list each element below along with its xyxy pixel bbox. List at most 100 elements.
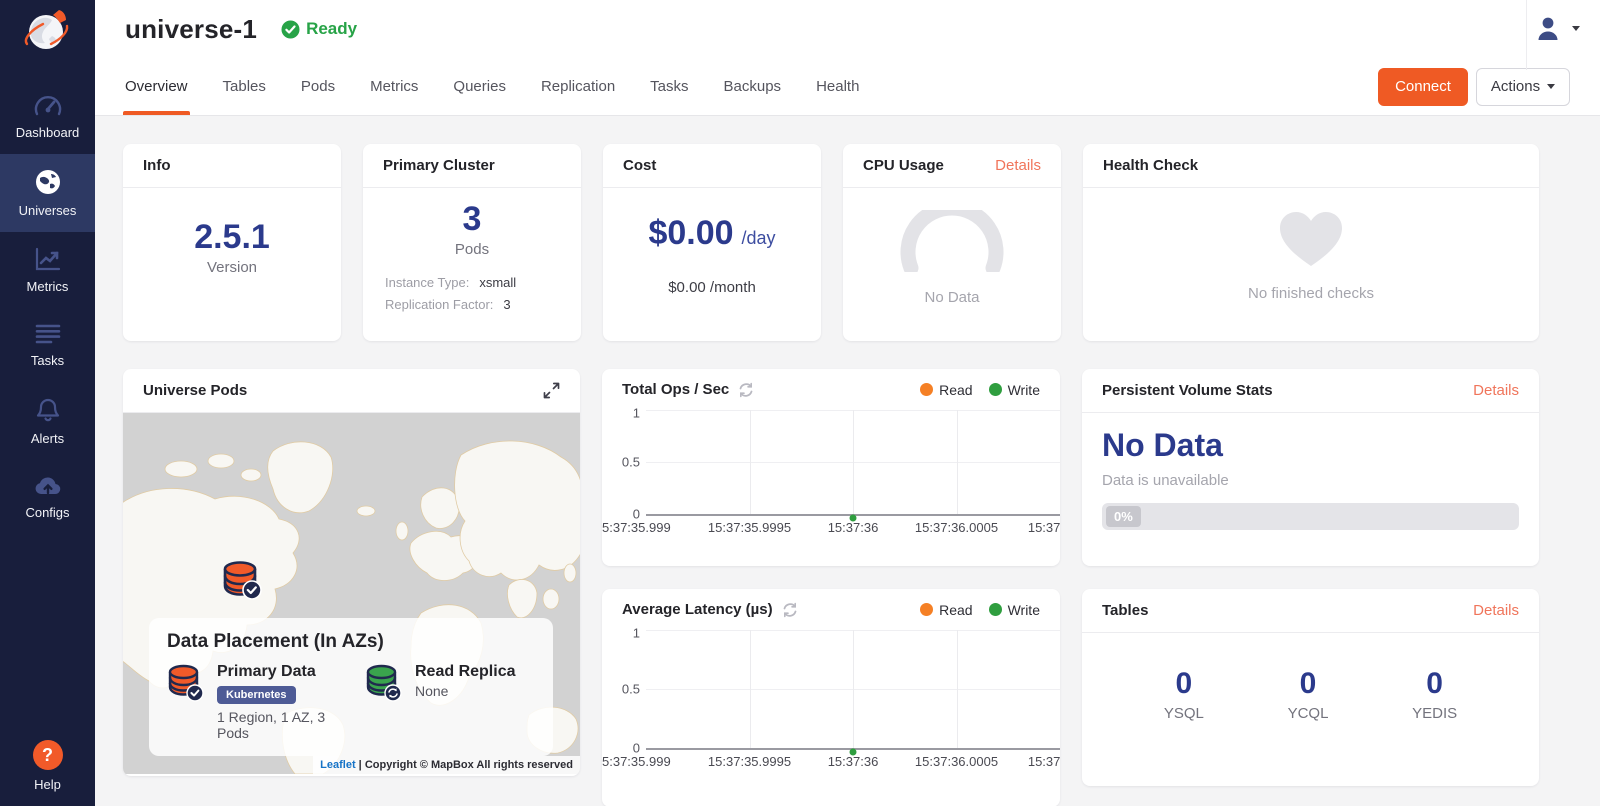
sidebar-item-label: Configs	[25, 505, 69, 520]
list-icon	[35, 323, 61, 345]
total-ops-xaxis: 5:37:35.999 15:37:35.9995 15:37:36 15:37…	[646, 516, 1060, 538]
write-dot-icon	[989, 383, 1002, 396]
ycql-count: 0	[1300, 667, 1317, 701]
sidebar-item-configs[interactable]: Configs	[0, 460, 95, 534]
actions-button[interactable]: Actions	[1476, 68, 1570, 106]
pvs-title: Persistent Volume Stats	[1102, 382, 1273, 399]
status-badge: Ready	[281, 19, 357, 39]
read-replica-detail: None	[415, 683, 515, 699]
universe-pods-card: Universe Pods	[123, 369, 580, 776]
health-no-checks: No finished checks	[1248, 285, 1374, 302]
globe-icon	[35, 169, 61, 195]
cost-card: Cost $0.00 /day $0.00 /month	[603, 144, 821, 341]
kubernetes-badge: Kubernetes	[217, 686, 296, 704]
xtick: 5:37:35.999	[602, 754, 671, 769]
replication-factor-row: Replication Factor: 3	[385, 297, 559, 312]
sidebar-item-alerts[interactable]: Alerts	[0, 382, 95, 460]
ycql-label: YCQL	[1288, 705, 1329, 722]
refresh-icon[interactable]	[782, 602, 798, 618]
legend-read[interactable]: Read	[920, 382, 972, 398]
yedis-label: YEDIS	[1412, 705, 1457, 722]
legend-write-label: Write	[1008, 602, 1040, 618]
actions-button-label: Actions	[1491, 78, 1540, 95]
map-copyright: | Copyright © MapBox All rights reserved	[356, 759, 573, 771]
expand-icon[interactable]	[543, 382, 560, 399]
tab-tables[interactable]: Tables	[223, 58, 266, 115]
legend-write[interactable]: Write	[989, 602, 1040, 618]
yedis-stat: 0 YEDIS	[1412, 667, 1457, 722]
help-label: Help	[34, 777, 61, 792]
version-label: Version	[207, 259, 257, 276]
actions-caret-icon	[1547, 84, 1555, 89]
ready-check-icon	[281, 20, 300, 39]
header-divider	[1526, 0, 1527, 70]
xtick: 15:37:35.9995	[708, 754, 791, 769]
primary-database-icon	[167, 663, 205, 741]
universe-pods-title: Universe Pods	[143, 382, 247, 399]
tab-tasks[interactable]: Tasks	[650, 58, 688, 115]
cost-card-title: Cost	[623, 157, 656, 174]
connect-button[interactable]: Connect	[1378, 68, 1468, 106]
tab-pods[interactable]: Pods	[301, 58, 335, 115]
universe-pods-map[interactable]: Data Placement (In AZs)	[123, 413, 580, 774]
ycql-stat: 0 YCQL	[1288, 667, 1329, 722]
xtick: 15:37:36.0005	[915, 754, 998, 769]
avg-latency-xaxis: 5:37:35.999 15:37:35.9995 15:37:36 15:37…	[646, 750, 1060, 772]
cpu-no-data: No Data	[924, 289, 979, 306]
planet-rocket-logo-icon	[21, 6, 75, 61]
cpu-usage-card: CPU Usage Details No Data	[843, 144, 1061, 341]
pvs-no-data: No Data	[1102, 427, 1519, 464]
ytick-1: 1	[633, 406, 646, 421]
ytick-1: 1	[633, 626, 646, 641]
sidebar-item-dashboard[interactable]: Dashboard	[0, 80, 95, 154]
pvs-progress-bar: 0%	[1102, 503, 1519, 530]
sidebar-item-universes[interactable]: Universes	[0, 154, 95, 232]
primary-data-label: Primary Data	[217, 663, 337, 681]
legend-read[interactable]: Read	[920, 602, 972, 618]
heart-icon	[1278, 210, 1344, 273]
gauge-icon	[34, 95, 62, 117]
map-attribution: Leaflet | Copyright © MapBox All rights …	[313, 756, 580, 774]
cost-per-month: $0.00 /month	[668, 279, 756, 296]
sidebar-item-label: Metrics	[27, 279, 69, 294]
cost-per-day-value: $0.00	[648, 214, 733, 253]
tables-title: Tables	[1102, 602, 1148, 619]
avg-latency-plot: 1 0.5 0	[646, 630, 1060, 750]
cloud-upload-icon	[34, 475, 62, 497]
user-menu-caret-icon[interactable]	[1572, 26, 1580, 31]
legend-write-label: Write	[1008, 382, 1040, 398]
tab-backups[interactable]: Backups	[724, 58, 782, 115]
tab-replication[interactable]: Replication	[541, 58, 615, 115]
legend-write[interactable]: Write	[989, 382, 1040, 398]
read-replica-item: Read Replica None	[365, 663, 535, 741]
cpu-details-link[interactable]: Details	[995, 157, 1041, 174]
xtick: 15:37:36.0005	[915, 520, 998, 535]
write-dot-icon	[989, 603, 1002, 616]
read-replica-label: Read Replica	[415, 663, 515, 681]
user-avatar[interactable]	[1534, 14, 1562, 42]
tab-overview[interactable]: Overview	[125, 58, 188, 115]
avg-latency-title: Average Latency (µs)	[622, 601, 773, 618]
tab-health[interactable]: Health	[816, 58, 859, 115]
sidebar-item-metrics[interactable]: Metrics	[0, 232, 95, 308]
bell-icon	[36, 397, 60, 423]
ysql-stat: 0 YSQL	[1164, 667, 1204, 722]
sidebar-item-tasks[interactable]: Tasks	[0, 308, 95, 382]
refresh-icon[interactable]	[738, 382, 754, 398]
sidebar-item-label: Tasks	[31, 353, 64, 368]
ysql-count: 0	[1176, 667, 1193, 701]
pods-label: Pods	[455, 241, 489, 258]
replication-factor-value: 3	[503, 297, 510, 312]
tables-card: Tables Details 0 YSQL 0 YCQL 0	[1082, 589, 1539, 786]
xtick: 5:37:35.999	[602, 520, 671, 535]
ytick-05: 0.5	[622, 682, 646, 697]
pvs-details-link[interactable]: Details	[1473, 382, 1519, 399]
xtick: 15:37:	[1028, 520, 1060, 535]
tab-queries[interactable]: Queries	[453, 58, 506, 115]
help-icon: ?	[33, 740, 63, 770]
tables-details-link[interactable]: Details	[1473, 602, 1519, 619]
leaflet-link[interactable]: Leaflet	[320, 759, 355, 771]
sidebar-item-help[interactable]: ? Help	[0, 740, 95, 792]
tab-metrics[interactable]: Metrics	[370, 58, 418, 115]
app-logo[interactable]	[0, 0, 95, 66]
